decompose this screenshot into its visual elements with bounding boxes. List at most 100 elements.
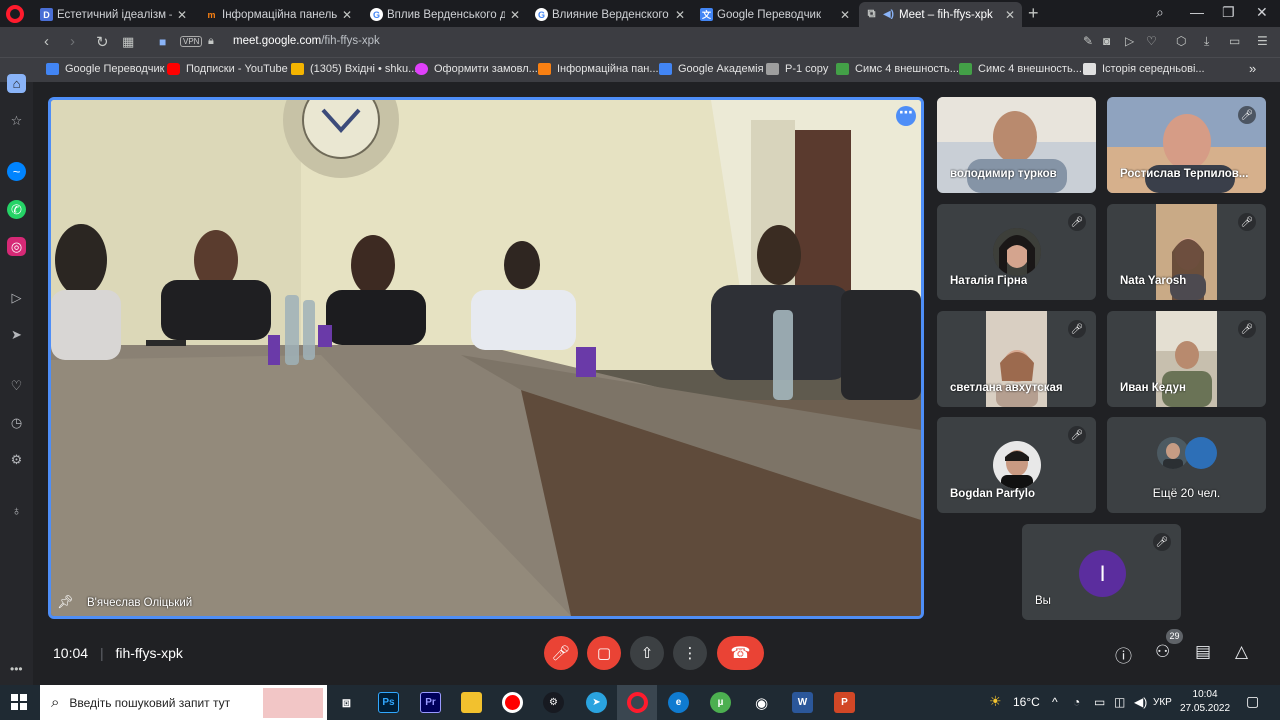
opera-logo-icon[interactable] <box>6 5 24 23</box>
photoshop-icon[interactable]: Ps <box>378 692 399 713</box>
steam-icon[interactable]: ⚙ <box>543 692 564 713</box>
clock[interactable]: 10:04 27.05.2022 <box>1180 688 1230 716</box>
pin-icon[interactable]: 📌︎ <box>57 594 74 610</box>
main-speaker-video[interactable]: ⋯ 📌︎ В'ячеслав Оліцький <box>48 97 924 619</box>
instagram-icon[interactable]: ◎ <box>7 237 26 256</box>
bookmark-item[interactable]: Google Академія <box>659 63 764 75</box>
send-icon[interactable]: ➤ <box>7 325 26 344</box>
bookmark-item[interactable]: (1305) Вхідні • shku... <box>291 63 417 75</box>
tips-bulb-icon[interactable]: ♁ <box>7 501 26 520</box>
restore-button[interactable]: ❐ <box>1222 4 1235 21</box>
settings-gear-icon[interactable]: ⚙ <box>7 450 26 469</box>
network-icon[interactable]: ◫ <box>1114 695 1125 709</box>
more-bookmarks-chevron-icon[interactable]: » <box>1249 61 1256 76</box>
vpn-badge[interactable]: VPN <box>180 36 203 47</box>
reload-button[interactable]: ↻ <box>96 33 109 51</box>
participant-tile[interactable]: 🎤︎ Ростислав Терпилов... <box>1107 97 1266 193</box>
premiere-icon[interactable]: Pr <box>420 692 441 713</box>
tabs-overview-icon[interactable]: ▦ <box>122 34 134 50</box>
eye-app-icon[interactable]: ◉ <box>751 692 772 713</box>
extension-cube-icon[interactable]: ⬡ <box>1176 34 1186 48</box>
meeting-info-icon[interactable]: ⓘ <box>1115 642 1132 667</box>
sidebar-more-icon[interactable]: ••• <box>10 662 23 676</box>
more-participants-tile[interactable]: Ещё 20 чел. <box>1107 417 1266 513</box>
opera-icon[interactable] <box>627 692 648 713</box>
language-indicator[interactable]: УКР <box>1153 697 1172 708</box>
bookmark-item[interactable]: Симс 4 внешность... <box>959 63 1082 75</box>
close-icon[interactable]: ✕ <box>509 8 521 22</box>
leave-call-button[interactable]: ☎︎ <box>717 636 764 670</box>
battery-saver-icon[interactable]: ▭ <box>1229 34 1240 48</box>
more-options-icon[interactable]: ⋯ <box>896 105 916 126</box>
tab-5[interactable]: 文 Google Переводчик ✕ <box>694 2 857 27</box>
pinboard-icon[interactable]: ☆ <box>7 111 26 130</box>
participant-tile[interactable]: 🎤︎ светлана авхутская <box>937 311 1096 407</box>
bookmark-item[interactable]: Оформити замовл... <box>415 63 538 75</box>
notifications-icon[interactable]: ▢ <box>1246 693 1259 710</box>
new-tab-button[interactable]: + <box>1028 3 1039 24</box>
whatsapp-icon[interactable]: ✆ <box>7 200 26 219</box>
forward-button[interactable]: › <box>70 33 75 50</box>
tab-4[interactable]: G Влияние Верденского дог ✕ <box>529 2 692 27</box>
chat-icon[interactable]: ▤ <box>1195 642 1211 662</box>
weather-icon[interactable]: ☀ <box>989 693 1002 710</box>
bookmark-item[interactable]: Інформаційна пан... <box>538 63 659 75</box>
windows-start-icon[interactable] <box>11 694 27 710</box>
participant-tile[interactable]: 🎤︎ Иван Кедун <box>1107 311 1266 407</box>
close-icon[interactable]: ✕ <box>341 8 353 22</box>
recorder-icon[interactable] <box>502 692 523 713</box>
participant-tile[interactable]: володимир турков <box>937 97 1096 193</box>
easy-setup-icon[interactable]: ☰ <box>1257 34 1268 48</box>
bookmark-item[interactable]: P-1 copy <box>766 63 828 75</box>
activities-icon[interactable]: △ <box>1235 642 1248 662</box>
tab-2[interactable]: m Інформаційна панель ✕ <box>199 2 359 27</box>
self-tile[interactable]: I 🎤︎ Вы <box>1022 524 1181 620</box>
snapshot-camera-icon[interactable]: ◙ <box>1103 34 1110 48</box>
bookmark-item[interactable]: Історія середньові... <box>1083 63 1205 75</box>
bookmarks-heart-icon[interactable]: ♡ <box>7 376 26 395</box>
present-screen-button[interactable]: ⇧ <box>630 636 664 670</box>
bookmark-item[interactable]: Google Переводчик <box>46 63 165 75</box>
download-icon[interactable]: ⤓ <box>1204 34 1209 49</box>
volume-icon[interactable]: ◀) <box>1134 695 1147 709</box>
url-field[interactable]: meet.google.com/fih-ffys-xpk <box>233 35 380 47</box>
send-icon[interactable]: ▷ <box>1125 34 1134 48</box>
tray-app-icon[interactable]: ◔ <box>1073 695 1080 709</box>
microphone-toggle-button[interactable]: 🎤︎ <box>544 636 578 670</box>
close-icon[interactable]: ✕ <box>1004 8 1016 22</box>
bookmark-item[interactable]: Симс 4 внешность... <box>836 63 959 75</box>
powerpoint-icon[interactable]: P <box>834 692 855 713</box>
home-icon[interactable]: ⌂ <box>7 74 26 93</box>
heart-icon[interactable]: ♡ <box>1146 34 1157 48</box>
back-button[interactable]: ‹ <box>44 33 49 50</box>
camera-toggle-button[interactable]: ▢ <box>587 636 621 670</box>
battery-icon[interactable]: ▭ <box>1094 695 1105 709</box>
messenger-icon[interactable]: ~ <box>7 162 26 181</box>
more-options-button[interactable]: ⋮ <box>673 636 707 670</box>
participant-tile[interactable]: 🎤︎ Nata Yarosh <box>1107 204 1266 300</box>
close-icon[interactable]: ✕ <box>674 8 686 22</box>
lock-icon[interactable]: 🔒︎ <box>208 35 214 48</box>
tray-chevron-icon[interactable]: ^ <box>1052 695 1058 709</box>
utorrent-icon[interactable]: µ <box>710 692 731 713</box>
word-icon[interactable]: W <box>792 692 813 713</box>
edit-icon[interactable]: ✎ <box>1083 34 1093 48</box>
telegram-icon[interactable]: ➤ <box>586 692 607 713</box>
tab-meet-active[interactable]: ⧉ ◀) Meet – fih-ffys-xpk ✕ <box>859 2 1022 27</box>
tab-1[interactable]: D Естетичний ідеалізм — ти ✕ <box>34 2 194 27</box>
file-explorer-icon[interactable] <box>461 692 482 713</box>
minimize-button[interactable]: — <box>1190 4 1204 20</box>
task-view-icon[interactable]: ⧈ <box>336 692 357 713</box>
tab-3[interactable]: G Вплив Верденського дого ✕ <box>364 2 527 27</box>
close-icon[interactable]: ✕ <box>176 8 188 22</box>
participant-tile[interactable]: 🎤︎ Наталія Гірна <box>937 204 1096 300</box>
participant-tile[interactable]: 🎤︎ Bogdan Parfylo <box>937 417 1096 513</box>
tab-search-icon[interactable]: ⌕ <box>1156 4 1164 21</box>
bookmark-item[interactable]: Подписки - YouTube <box>167 63 288 75</box>
people-icon[interactable]: ⚇ <box>1155 642 1170 662</box>
history-clock-icon[interactable]: ◷ <box>7 413 26 432</box>
player-icon[interactable]: ▷ <box>7 288 26 307</box>
close-icon[interactable]: ✕ <box>839 8 851 22</box>
window-close-button[interactable]: ✕ <box>1256 4 1268 21</box>
edge-icon[interactable]: e <box>668 692 689 713</box>
